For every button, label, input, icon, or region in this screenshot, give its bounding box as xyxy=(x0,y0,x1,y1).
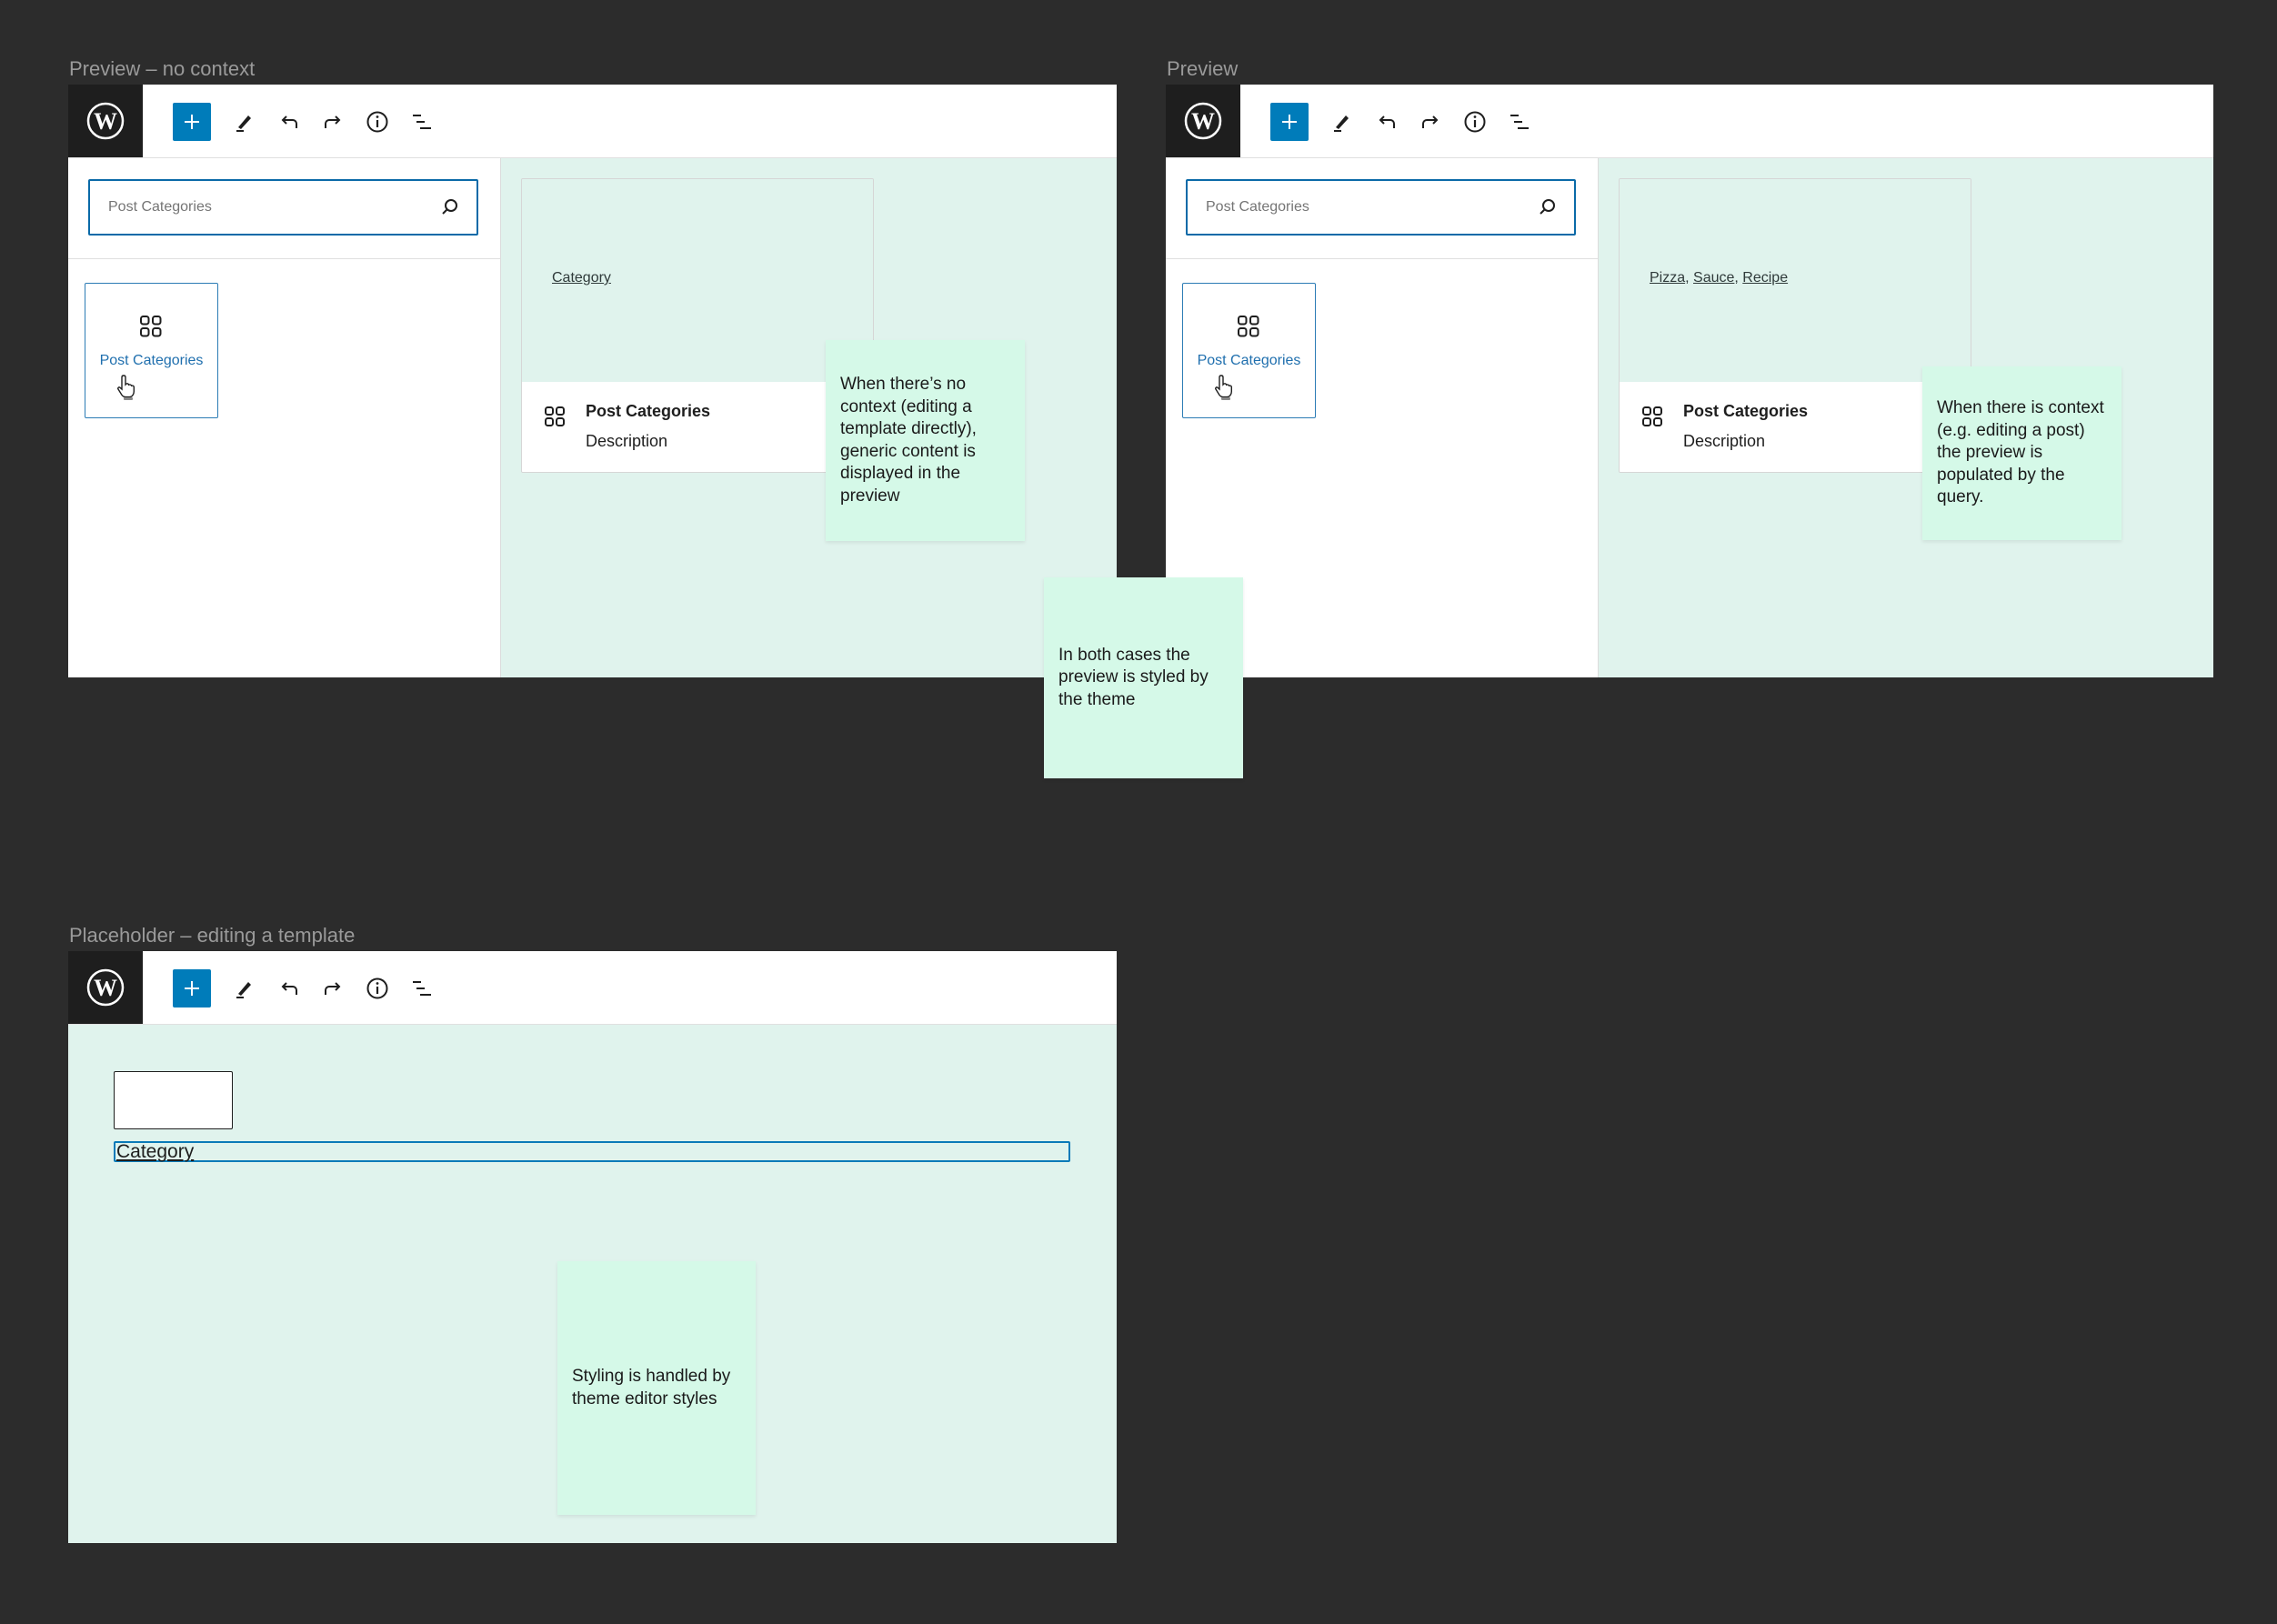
block-grid-icon xyxy=(1238,316,1259,337)
search-input-value: Post Categories xyxy=(1206,199,1309,215)
block-item-label: Post Categories xyxy=(1197,353,1301,368)
pencil-icon xyxy=(236,982,251,998)
redo-icon xyxy=(325,115,341,128)
block-inserter-panel: Post Categories Post Categories xyxy=(68,158,501,677)
details-button[interactable] xyxy=(358,103,396,141)
redo-button[interactable] xyxy=(314,103,352,141)
term-separator: , xyxy=(1734,270,1743,286)
add-block-button[interactable] xyxy=(1270,103,1309,141)
top-toolbar: W xyxy=(68,951,1117,1025)
info-icon xyxy=(366,977,388,999)
block-preview-info: Post Categories Description xyxy=(1620,382,1971,472)
note-text: In both cases the preview is styled by t… xyxy=(1058,645,1209,709)
block-item-post-categories[interactable]: Post Categories xyxy=(85,283,218,418)
preview-block-description: Description xyxy=(586,432,668,450)
details-button[interactable] xyxy=(358,969,396,1007)
list-view-button[interactable] xyxy=(1500,103,1539,141)
preview-term-link[interactable]: Sauce xyxy=(1693,270,1734,286)
pencil-icon xyxy=(236,115,251,132)
plus-icon xyxy=(185,115,199,129)
frame-label-placeholder: Placeholder – editing a template xyxy=(69,924,356,947)
divider xyxy=(68,258,500,259)
edit-tool-button[interactable] xyxy=(1322,103,1360,141)
block-preview-info: Post Categories Description xyxy=(522,382,873,472)
list-view-button[interactable] xyxy=(403,103,441,141)
post-categories-block-selected[interactable]: Category xyxy=(114,1141,1070,1162)
plus-icon xyxy=(1282,115,1297,129)
hand-cursor-icon xyxy=(117,375,135,400)
info-icon xyxy=(1464,111,1486,133)
preview-terms: Pizza, Sauce, Recipe xyxy=(1650,270,1788,286)
undo-button[interactable] xyxy=(270,103,308,141)
edit-tool-button[interactable] xyxy=(225,969,263,1007)
wordpress-logo-icon[interactable]: W xyxy=(68,85,143,157)
hand-cursor-icon xyxy=(1215,375,1232,400)
svg-text:W: W xyxy=(94,108,117,135)
block-item-post-categories[interactable]: Post Categories xyxy=(1182,283,1316,418)
preview-block-description: Description xyxy=(1683,432,1766,450)
category-placeholder-link[interactable]: Category xyxy=(116,1141,194,1163)
preview-term-link[interactable]: Recipe xyxy=(1742,270,1788,286)
block-preview-card: Category Post Categories Description xyxy=(521,178,874,473)
preview-block-title: Post Categories xyxy=(586,402,711,420)
block-search-input[interactable]: Post Categories xyxy=(88,179,478,236)
top-toolbar: W xyxy=(68,85,1117,158)
note-text: Styling is handled by theme editor style… xyxy=(572,1367,731,1408)
redo-button[interactable] xyxy=(1411,103,1449,141)
block-preview-area: Pizza, Sauce, Recipe xyxy=(1620,179,1971,382)
undo-icon xyxy=(1379,115,1395,128)
block-grid-icon xyxy=(140,316,162,337)
preview-block-title: Post Categories xyxy=(1683,402,1809,420)
term-separator: , xyxy=(1685,270,1694,286)
undo-icon xyxy=(281,982,297,995)
note-text: When there’s no context (editing a templ… xyxy=(840,375,977,506)
undo-button[interactable] xyxy=(1368,103,1406,141)
wordpress-logo-icon[interactable]: W xyxy=(68,951,143,1024)
svg-text:W: W xyxy=(1191,108,1215,135)
sticky-note-both-cases: In both cases the preview is styled by t… xyxy=(1044,577,1243,778)
search-icon xyxy=(1540,199,1555,215)
divider xyxy=(1166,258,1598,259)
undo-button[interactable] xyxy=(270,969,308,1007)
list-view-icon xyxy=(413,981,431,996)
sticky-note-with-context: When there is context (e.g. editing a po… xyxy=(1922,366,2122,540)
preview-terms: Category xyxy=(552,270,611,286)
pencil-icon xyxy=(1334,115,1349,132)
search-icon xyxy=(442,199,457,215)
block-item-label: Post Categories xyxy=(99,353,204,368)
edit-tool-button[interactable] xyxy=(225,103,263,141)
frame-label-preview: Preview xyxy=(1167,57,1239,80)
redo-icon xyxy=(325,982,341,995)
redo-button[interactable] xyxy=(314,969,352,1007)
note-text: When there is context (e.g. editing a po… xyxy=(1937,398,2104,507)
list-view-icon xyxy=(1510,115,1529,129)
wordpress-logo-icon[interactable]: W xyxy=(1166,85,1240,157)
block-preview-area: Category xyxy=(522,179,873,382)
details-button[interactable] xyxy=(1456,103,1494,141)
block-grid-icon xyxy=(545,406,565,426)
preview-term-link[interactable]: Category xyxy=(552,270,611,286)
frame-label-no-context: Preview – no context xyxy=(69,57,256,80)
redo-icon xyxy=(1422,115,1439,128)
info-icon xyxy=(366,111,388,133)
preview-term-link[interactable]: Pizza xyxy=(1650,270,1685,286)
list-view-button[interactable] xyxy=(403,969,441,1007)
sticky-note-no-context: When there’s no context (editing a templ… xyxy=(826,340,1025,541)
add-block-button[interactable] xyxy=(173,969,211,1007)
svg-text:W: W xyxy=(94,975,117,1001)
undo-icon xyxy=(281,115,297,128)
add-block-button[interactable] xyxy=(173,103,211,141)
sticky-note-styling: Styling is handled by theme editor style… xyxy=(557,1261,756,1515)
block-grid-icon xyxy=(1642,406,1662,426)
block-search-input[interactable]: Post Categories xyxy=(1186,179,1576,236)
placeholder-block[interactable] xyxy=(114,1071,233,1129)
search-input-value: Post Categories xyxy=(108,199,212,215)
top-toolbar: W xyxy=(1166,85,2213,158)
block-preview-card: Pizza, Sauce, Recipe Post Categories Des… xyxy=(1619,178,1971,473)
list-view-icon xyxy=(413,115,431,129)
plus-icon xyxy=(185,981,199,996)
